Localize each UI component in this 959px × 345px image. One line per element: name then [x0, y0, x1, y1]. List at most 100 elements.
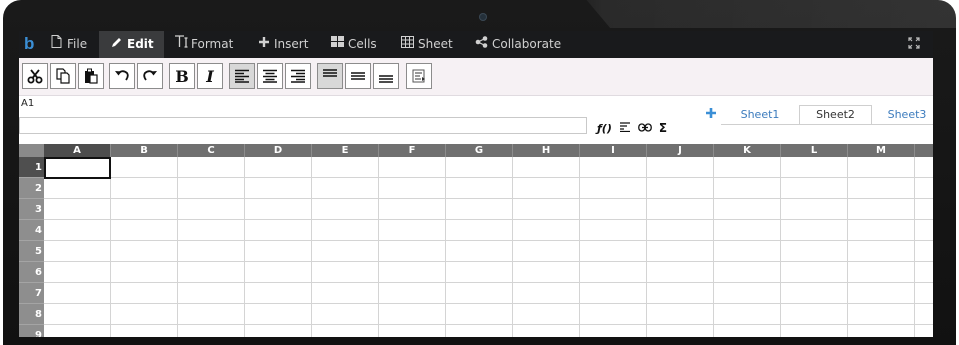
- row-header-7[interactable]: 7: [19, 283, 44, 304]
- row-header-6[interactable]: 6: [19, 262, 44, 283]
- add-sheet-button[interactable]: [705, 104, 717, 123]
- align-left-button[interactable]: [229, 63, 255, 89]
- menu-collaborate-label: Collaborate: [492, 37, 562, 51]
- cell-reference: A1: [21, 98, 35, 109]
- valign-middle-icon: [350, 69, 366, 83]
- undo-icon: [114, 68, 130, 84]
- vertical-align-group: [317, 63, 401, 89]
- column-header-f[interactable]: F: [379, 144, 446, 157]
- cut-icon: [27, 68, 43, 84]
- wrap-text-icon: [411, 68, 427, 84]
- row-header-3[interactable]: 3: [19, 199, 44, 220]
- wrap-text-button[interactable]: [406, 63, 432, 89]
- spreadsheet-grid: ABCDEFGHIJKLM 123456789: [19, 144, 933, 337]
- tab-sheet3[interactable]: Sheet3: [877, 106, 933, 124]
- column-header-l[interactable]: L: [781, 144, 848, 157]
- row-header-8[interactable]: 8: [19, 304, 44, 325]
- menu-collaborate[interactable]: Collaborate: [464, 31, 571, 58]
- undo-button[interactable]: [109, 63, 135, 89]
- webcam: [479, 13, 487, 21]
- row-header-2[interactable]: 2: [19, 178, 44, 199]
- redo-button[interactable]: [137, 63, 163, 89]
- row-header-5[interactable]: 5: [19, 241, 44, 262]
- text-format-icon: [173, 31, 188, 58]
- menu-edit[interactable]: Edit: [99, 31, 164, 58]
- valign-top-icon: [322, 69, 338, 83]
- menu-insert-label: Insert: [274, 37, 309, 51]
- menu-insert[interactable]: Insert: [246, 31, 318, 58]
- toolbar: B I: [19, 58, 933, 96]
- selected-cell[interactable]: [44, 157, 111, 179]
- align-left-icon: [234, 69, 250, 83]
- row-header-9[interactable]: 9: [19, 325, 44, 337]
- column-header-k[interactable]: K: [714, 144, 781, 157]
- function-icon[interactable]: ƒ(): [597, 122, 612, 135]
- align-center-icon: [262, 69, 278, 83]
- menu-file[interactable]: File: [39, 31, 97, 58]
- bold-button[interactable]: B: [169, 63, 195, 89]
- column-header-c[interactable]: C: [178, 144, 245, 157]
- italic-icon: I: [206, 66, 214, 86]
- menu-edit-label: Edit: [127, 37, 154, 51]
- cells-icon: [330, 31, 345, 58]
- cut-button[interactable]: [22, 63, 48, 89]
- valign-top-button[interactable]: [317, 63, 343, 89]
- column-header-i[interactable]: I: [580, 144, 647, 157]
- tab-sheet1[interactable]: Sheet1: [724, 106, 796, 124]
- wrap-group: [406, 63, 434, 89]
- app-logo[interactable]: b: [24, 34, 34, 54]
- valign-middle-button[interactable]: [345, 63, 371, 89]
- row-header-1[interactable]: 1: [19, 157, 44, 178]
- redo-icon: [142, 68, 158, 84]
- menu-bar: b File Edit Format Insert Cells Sheet Co…: [19, 31, 933, 58]
- expand-icon[interactable]: [908, 37, 920, 49]
- sheet-tabs-baseline: [721, 124, 933, 125]
- menu-cells-label: Cells: [348, 37, 377, 51]
- filter-icon[interactable]: [619, 121, 631, 135]
- paste-button[interactable]: [78, 63, 104, 89]
- menu-sheet[interactable]: Sheet: [390, 31, 463, 58]
- bezel-reflection: [586, 0, 956, 28]
- horizontal-align-group: [229, 63, 313, 89]
- plus-icon: [706, 108, 716, 118]
- tab-sheet2[interactable]: Sheet2: [799, 105, 872, 124]
- align-right-icon: [290, 69, 306, 83]
- share-icon: [474, 31, 489, 58]
- column-header-j[interactable]: J: [647, 144, 714, 157]
- formula-input[interactable]: [19, 117, 587, 134]
- column-header-m[interactable]: M: [848, 144, 915, 157]
- bold-icon: B: [175, 66, 189, 86]
- paste-icon: [83, 68, 99, 84]
- table-icon: [400, 31, 415, 58]
- italic-button[interactable]: I: [197, 63, 223, 89]
- copy-button[interactable]: [50, 63, 76, 89]
- copy-icon: [55, 68, 71, 84]
- clipboard-group: [22, 63, 106, 89]
- column-header-b[interactable]: B: [111, 144, 178, 157]
- plus-icon: [256, 31, 271, 58]
- history-group: [109, 63, 165, 89]
- align-center-button[interactable]: [257, 63, 283, 89]
- valign-bottom-button[interactable]: [373, 63, 399, 89]
- align-right-button[interactable]: [285, 63, 311, 89]
- menu-cells[interactable]: Cells: [320, 31, 387, 58]
- menu-sheet-label: Sheet: [418, 37, 453, 51]
- select-all-corner[interactable]: [19, 144, 44, 157]
- valign-bottom-icon: [378, 69, 394, 83]
- file-icon: [49, 31, 64, 58]
- sum-icon[interactable]: Σ: [659, 121, 667, 135]
- column-header-h[interactable]: H: [513, 144, 580, 157]
- cell-area[interactable]: [44, 157, 933, 337]
- column-header-g[interactable]: G: [446, 144, 513, 157]
- row-header-4[interactable]: 4: [19, 220, 44, 241]
- link-icon[interactable]: [637, 122, 652, 135]
- menu-format-label: Format: [191, 37, 234, 51]
- pencil-icon: [109, 31, 124, 58]
- formula-tools: ƒ() Σ: [597, 121, 667, 135]
- column-header-d[interactable]: D: [245, 144, 312, 157]
- column-header-a[interactable]: A: [44, 144, 111, 157]
- menu-format[interactable]: Format: [163, 31, 243, 58]
- column-header-e[interactable]: E: [312, 144, 379, 157]
- font-style-group: B I: [169, 63, 225, 89]
- column-header-row: ABCDEFGHIJKLM: [19, 144, 933, 157]
